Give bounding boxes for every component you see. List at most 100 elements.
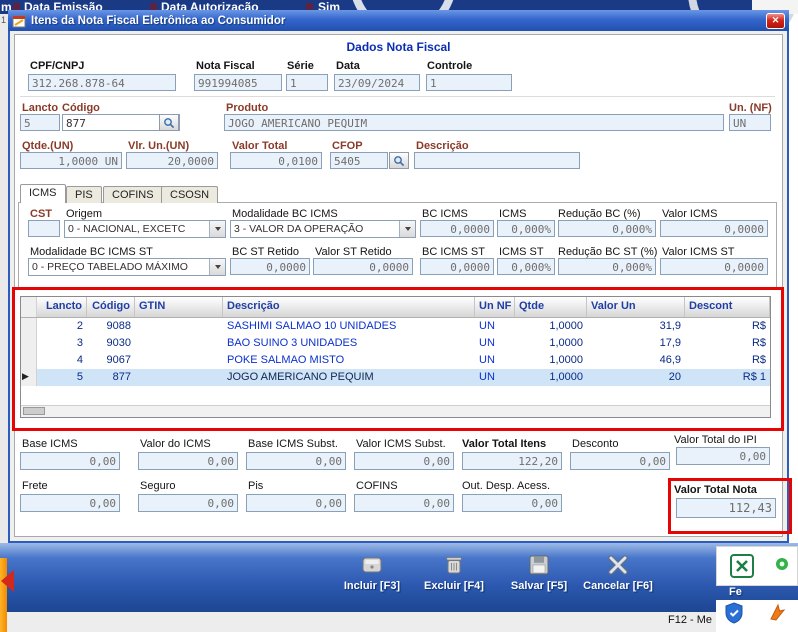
un-nf-field[interactable]: UN <box>729 114 771 131</box>
marker-square-icon <box>150 3 157 10</box>
reducao-bc-st-field[interactable]: 0,000% <box>558 258 656 275</box>
grid-row[interactable]: 2 9088 SASHIMI SALMAO 10 UNIDADES UN 1,0… <box>21 318 770 335</box>
excluir-button[interactable]: Excluir [F4] <box>412 552 496 592</box>
items-grid[interactable]: Lancto Código GTIN Descrição Un NF Qtde … <box>20 296 771 418</box>
valor-icms-field[interactable]: 0,0000 <box>660 220 768 237</box>
cfop-label: CFOP <box>332 140 363 152</box>
pis-field[interactable]: 0,00 <box>246 494 346 512</box>
produto-label: Produto <box>226 102 269 114</box>
dropdown-arrow-button[interactable] <box>209 221 225 237</box>
grid-indicator-column <box>21 297 37 317</box>
valor-icms-subst-field[interactable]: 0,00 <box>354 452 454 470</box>
cofins-field[interactable]: 0,00 <box>354 494 454 512</box>
tab-pis[interactable]: PIS <box>66 186 102 203</box>
base-icms-field[interactable]: 0,00 <box>20 452 120 470</box>
grid-row-selected[interactable]: ▶ 5 877 JOGO AMERICANO PEQUIM UN 1,0000 … <box>21 369 770 386</box>
valor-st-retido-field[interactable]: 0,0000 <box>313 258 413 275</box>
icms-field[interactable]: 0,000% <box>497 220 555 237</box>
back-arrow-icon[interactable] <box>1 570 14 592</box>
close-button[interactable]: ✕ <box>766 12 785 29</box>
desconto-field[interactable]: 0,00 <box>570 452 670 470</box>
tab-icms[interactable]: ICMS <box>20 184 66 203</box>
modalidade-bc-icms-label: Modalidade BC ICMS <box>232 208 338 220</box>
valor-total-nota-label: Valor Total Nota <box>674 484 757 496</box>
descricao-field[interactable] <box>414 152 580 169</box>
modalidade-bc-icms-select[interactable]: 3 - VALOR DA OPERAÇÃO <box>230 220 416 238</box>
incluir-button[interactable]: Incluir [F3] <box>330 552 414 592</box>
bc-icms-label: BC ICMS <box>422 208 468 220</box>
modalidade-bc-icms-st-select[interactable]: 0 - PREÇO TABELADO MÁXIMO <box>28 258 226 276</box>
bc-icms-field[interactable]: 0,0000 <box>420 220 494 237</box>
cst-field[interactable] <box>28 220 60 237</box>
col-desconto[interactable]: Descont <box>685 297 770 317</box>
spreadsheet-icon[interactable] <box>729 553 755 579</box>
seguro-field[interactable]: 0,00 <box>138 494 238 512</box>
icms-st-field[interactable]: 0,000% <box>497 258 555 275</box>
controle-field[interactable]: 1 <box>426 74 512 91</box>
search-icon <box>164 117 175 128</box>
tray-panel <box>716 546 798 586</box>
orange-bolt-icon[interactable] <box>768 603 786 621</box>
pis-label: Pis <box>248 480 264 492</box>
grid-row[interactable]: 3 9030 BAO SUINO 3 UNIDADES UN 1,0000 17… <box>21 335 770 352</box>
salvar-button[interactable]: Salvar [F5] <box>497 552 581 592</box>
codigo-lookup-button[interactable] <box>159 114 179 131</box>
valor-total-ipi-field[interactable]: 0,00 <box>676 447 770 465</box>
vlr-un-field[interactable]: 20,0000 <box>126 152 218 169</box>
data-field[interactable]: 23/09/2024 <box>334 74 420 91</box>
reducao-bc-field[interactable]: 0,000% <box>558 220 656 237</box>
green-status-icon[interactable] <box>775 557 789 571</box>
col-gtin[interactable]: GTIN <box>135 297 223 317</box>
frete-label: Frete <box>22 480 48 492</box>
reducao-bc-label: Redução BC (%) <box>558 208 641 220</box>
col-qtde[interactable]: Qtde <box>515 297 587 317</box>
origem-select[interactable]: 0 - NACIONAL, EXCETC <box>64 220 226 238</box>
col-valor-un[interactable]: Valor Un <box>587 297 685 317</box>
serie-field[interactable]: 1 <box>286 74 328 91</box>
cancel-x-icon <box>608 555 628 575</box>
valor-total-nota-field[interactable]: 112,43 <box>676 498 776 518</box>
cpf-cnpj-field[interactable]: 312.268.878-64 <box>28 74 176 91</box>
col-descricao[interactable]: Descrição <box>223 297 475 317</box>
valor-total-label: Valor Total <box>232 140 288 152</box>
col-lancto[interactable]: Lancto <box>37 297 87 317</box>
grid-row[interactable]: 4 9067 POKE SALMAO MISTO UN 1,0000 46,9 … <box>21 352 770 369</box>
dropdown-arrow-button[interactable] <box>209 259 225 275</box>
save-icon <box>529 555 549 575</box>
bc-icms-st-field[interactable]: 0,0000 <box>420 258 494 275</box>
cfop-lookup-button[interactable] <box>389 152 409 169</box>
produto-field[interactable]: JOGO AMERICANO PEQUIM <box>224 114 724 131</box>
nota-fiscal-label: Nota Fiscal <box>196 60 255 72</box>
tab-csosn[interactable]: CSOSN <box>161 186 219 203</box>
dropdown-arrow-button[interactable] <box>399 221 415 237</box>
lancto-field[interactable]: 5 <box>20 114 60 131</box>
valor-icms-st-field[interactable]: 0,0000 <box>660 258 768 275</box>
valor-do-icms-field[interactable]: 0,00 <box>138 452 238 470</box>
bottom-strip <box>0 612 716 632</box>
tray-panel <box>716 600 798 632</box>
nota-fiscal-field[interactable]: 991994085 <box>194 74 282 91</box>
fechar-button[interactable]: Fe <box>729 586 742 598</box>
frete-field[interactable]: 0,00 <box>20 494 120 512</box>
base-icms-subst-field[interactable]: 0,00 <box>246 452 346 470</box>
valor-do-icms-label: Valor do ICMS <box>140 438 211 450</box>
base-icms-subst-label: Base ICMS Subst. <box>248 438 338 450</box>
tab-cofins[interactable]: COFINS <box>103 186 163 203</box>
grid-hscrollbar[interactable] <box>21 405 770 417</box>
col-codigo[interactable]: Código <box>87 297 135 317</box>
valor-total-field[interactable]: 0,0100 <box>230 152 322 169</box>
cfop-field[interactable]: 5405 <box>330 152 388 169</box>
screen: m Data Emissão Data Autorização Sim 1 It… <box>0 0 798 632</box>
origem-label: Origem <box>66 208 103 220</box>
col-un-nf[interactable]: Un NF <box>475 297 515 317</box>
valor-total-itens-field[interactable]: 122,20 <box>462 452 562 470</box>
row-marker-icon: ▶ <box>22 371 29 381</box>
shield-check-icon[interactable] <box>724 602 744 624</box>
qtde-field[interactable]: 1,0000 UN <box>20 152 122 169</box>
out-desp-field[interactable]: 0,00 <box>462 494 562 512</box>
scrollbar-thumb[interactable] <box>23 407 45 415</box>
bc-st-retido-field[interactable]: 0,0000 <box>230 258 310 275</box>
dialog-titlebar[interactable]: Itens da Nota Fiscal Eletrônica ao Consu… <box>8 10 789 31</box>
valor-icms-label: Valor ICMS <box>662 208 718 220</box>
cancelar-button[interactable]: Cancelar [F6] <box>576 552 660 592</box>
